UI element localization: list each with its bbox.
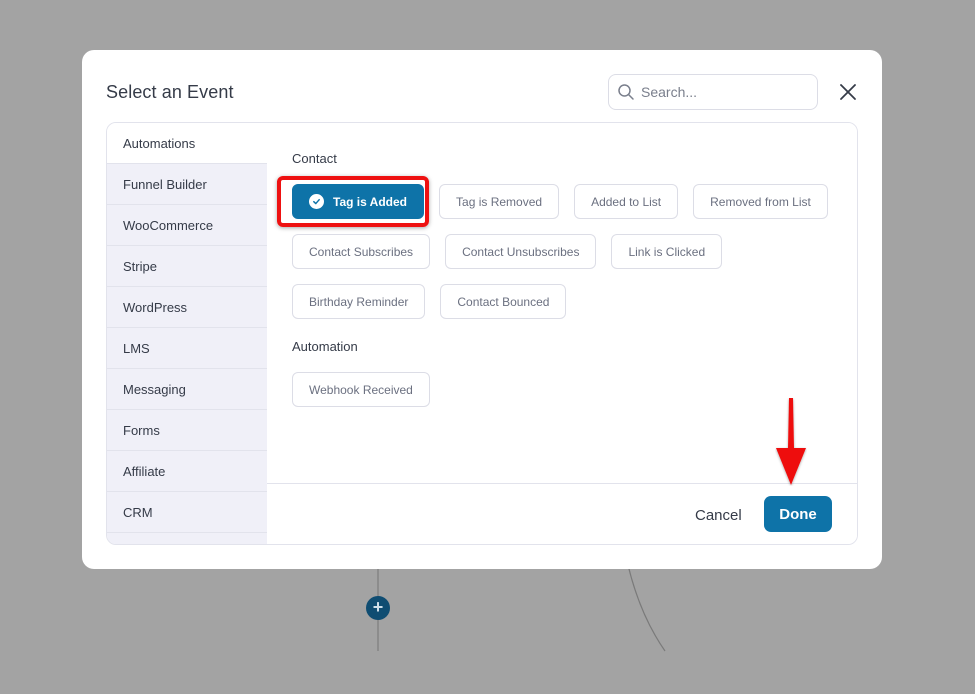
sidebar-item-crm[interactable]: CRM <box>107 492 267 533</box>
section-label-automation: Automation <box>292 339 358 354</box>
event-chip-label: Link is Clicked <box>628 244 706 259</box>
sidebar-item-label: Automations <box>123 135 196 151</box>
sidebar-item-lms[interactable]: LMS <box>107 328 267 369</box>
sidebar-item-label: LMS <box>123 340 150 356</box>
sidebar-item-woocommerce[interactable]: WooCommerce <box>107 205 267 246</box>
sidebar-item-label: Affiliate <box>123 463 166 479</box>
section-label-contact: Contact <box>292 151 337 166</box>
event-panel: Automations Funnel Builder WooCommerce Stri… <box>106 122 858 545</box>
sidebar-item-wordpress[interactable]: WordPress <box>107 287 267 328</box>
sidebar-item-label: Funnel Builder <box>123 176 207 192</box>
event-chip-removed-from-list[interactable]: Removed from List <box>693 184 828 219</box>
check-circle-icon <box>309 194 324 209</box>
select-event-modal: Select an Event Automations Funnel Builde… <box>82 50 882 569</box>
automation-events: Webhook Received <box>292 372 852 407</box>
sidebar-item-label: WooCommerce <box>123 217 214 233</box>
event-chip-contact-bounced[interactable]: Contact Bounced <box>440 284 567 319</box>
event-chip-added-to-list[interactable]: Added to List <box>574 184 679 219</box>
workflow-connector-curve <box>627 565 666 652</box>
sidebar-item-label: Messaging <box>123 381 186 397</box>
event-chip-label: Removed from List <box>710 194 811 209</box>
event-chip-link-is-clicked[interactable]: Link is Clicked <box>611 234 723 269</box>
sidebar-item-funnel-builder[interactable]: Funnel Builder <box>107 164 267 205</box>
event-chip-label: Added to List <box>591 194 662 209</box>
done-button[interactable]: Done <box>764 496 832 532</box>
event-chip-label: Contact Bounced <box>457 294 550 309</box>
event-chip-contact-subscribes[interactable]: Contact Subscribes <box>292 234 431 269</box>
category-sidebar: Automations Funnel Builder WooCommerce Stri… <box>107 123 267 544</box>
search-field[interactable] <box>608 74 818 110</box>
sidebar-item-affiliate[interactable]: Affiliate <box>107 451 267 492</box>
sidebar-item-messaging[interactable]: Messaging <box>107 369 267 410</box>
sidebar-item-forms[interactable]: Forms <box>107 410 267 451</box>
modal-title: Select an Event <box>106 82 234 102</box>
event-chip-label: Birthday Reminder <box>309 294 409 309</box>
event-chip-label: Contact Unsubscribes <box>462 244 580 259</box>
sidebar-item-automations[interactable]: Automations <box>107 123 267 164</box>
contact-events: Tag is Added Tag is Removed Added to List R… <box>292 184 852 319</box>
event-chip-label: Webhook Received <box>309 382 413 397</box>
plus-icon: + <box>372 597 384 617</box>
sidebar-item-stripe[interactable]: Stripe <box>107 246 267 287</box>
event-chip-tag-is-removed[interactable]: Tag is Removed <box>439 184 560 219</box>
event-chip-birthday-reminder[interactable]: Birthday Reminder <box>292 284 426 319</box>
cancel-button[interactable]: Cancel <box>687 497 750 533</box>
sidebar-item-label: CRM <box>123 504 153 520</box>
sidebar-item-label: WordPress <box>123 299 188 315</box>
event-chip-webhook-received[interactable]: Webhook Received <box>292 372 430 407</box>
close-icon[interactable] <box>838 82 858 102</box>
event-chip-label: Tag is Added <box>333 194 408 209</box>
sidebar-item-label: Forms <box>123 422 160 438</box>
search-icon <box>618 84 634 100</box>
search-input[interactable] <box>641 84 801 100</box>
add-step-button[interactable]: + <box>366 596 390 620</box>
event-chip-tag-is-added[interactable]: Tag is Added <box>292 184 425 219</box>
event-chip-contact-unsubscribes[interactable]: Contact Unsubscribes <box>445 234 597 269</box>
modal-footer: Cancel Done <box>267 483 857 544</box>
event-list: Contact Tag is Added Tag is Removed Added … <box>267 123 857 483</box>
event-chip-label: Tag is Removed <box>456 194 543 209</box>
sidebar-item-label: Stripe <box>123 258 157 274</box>
event-chip-label: Contact Subscribes <box>309 244 414 259</box>
